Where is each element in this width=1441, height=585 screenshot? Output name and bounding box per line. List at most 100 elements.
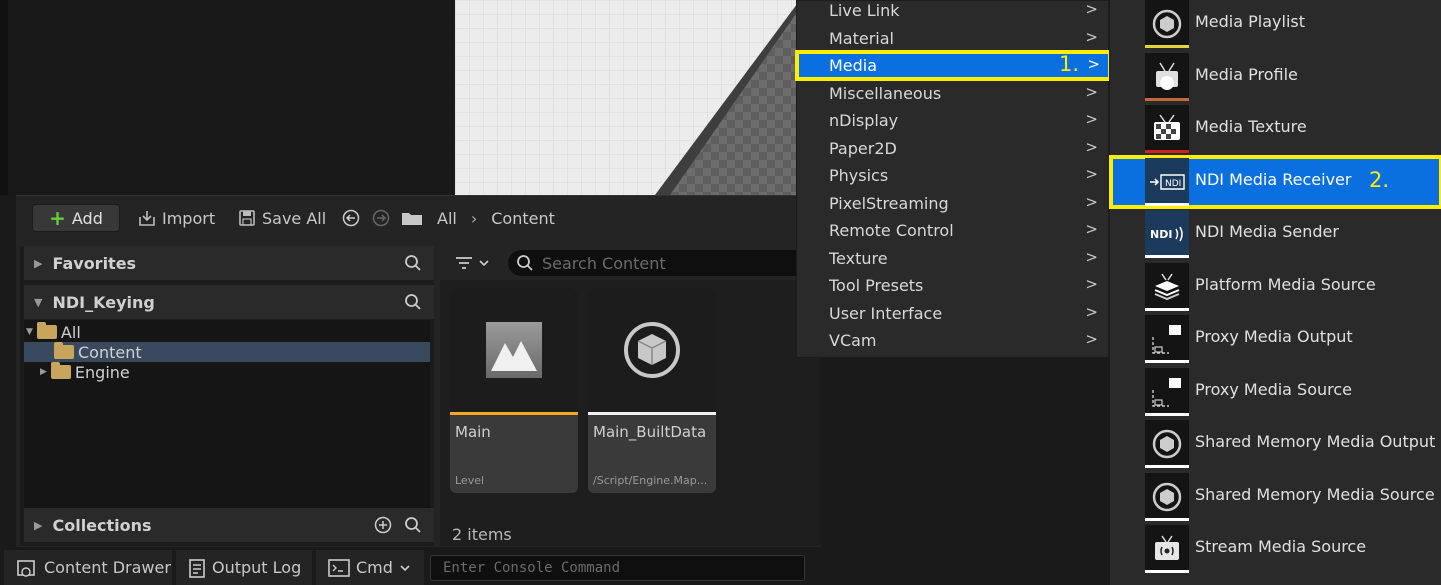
menu-label: Tool Presets [829, 276, 924, 295]
submenu-item-shared-memory-media-source[interactable]: Shared Memory Media Source [1110, 471, 1441, 523]
chevron-right-icon: > [1085, 165, 1098, 183]
menu-label: VCam [829, 331, 877, 350]
tree-item-content[interactable]: Content [24, 342, 430, 362]
menu-item-material[interactable]: Material > [797, 25, 1108, 52]
breadcrumb-all[interactable]: All [437, 209, 457, 228]
submenu-item-ndi-media-sender[interactable]: NDI NDI Media Sender [1110, 208, 1441, 260]
annotation-marker: 2. [1369, 168, 1390, 192]
tree-item-all[interactable]: ▼ All [26, 322, 432, 342]
tree-label: Engine [74, 362, 130, 382]
menu-item-ndisplay[interactable]: nDisplay > [797, 107, 1108, 134]
svg-text:NDI: NDI [1150, 228, 1172, 241]
svg-text:NDI: NDI [1165, 179, 1181, 189]
chevron-down-icon [400, 564, 410, 571]
menu-label: User Interface [829, 304, 943, 323]
shared-memory-source-icon [1145, 473, 1189, 521]
project-label: NDI_Keying [52, 292, 155, 312]
menu-item-user-interface[interactable]: User Interface > [797, 300, 1108, 327]
submenu-label: Stream Media Source [1195, 537, 1367, 556]
favorites-label: Favorites [52, 253, 137, 273]
menu-label: Texture [829, 249, 888, 268]
menu-label: Physics [829, 166, 889, 185]
add-collection-icon[interactable] [374, 516, 392, 534]
filter-button[interactable] [454, 254, 490, 272]
import-icon [139, 211, 155, 226]
back-arrow-icon [342, 209, 360, 227]
submenu-label: NDI Media Sender [1195, 222, 1339, 241]
back-button[interactable] [342, 206, 360, 230]
submenu-label: NDI Media Receiver [1195, 170, 1352, 189]
menu-item-paper2d[interactable]: Paper2D > [797, 135, 1108, 162]
breadcrumb-separator-icon: › [470, 208, 478, 228]
folder-tree: ▼ All Content ▶ Engine [24, 320, 430, 510]
content-browser: + Add Import Save All All › Content ▶ Fa… [16, 195, 828, 547]
submenu-label: Platform Media Source [1195, 275, 1376, 294]
submenu-item-platform-media-source[interactable]: Platform Media Source [1110, 261, 1441, 313]
menu-item-media[interactable]: Media 1. > [795, 50, 1112, 81]
breadcrumb: All › Content [401, 206, 555, 230]
favorites-header[interactable]: ▶ Favorites [24, 246, 434, 280]
filter-bar: Search Content [440, 246, 828, 280]
project-header[interactable]: ▼ NDI_Keying [24, 285, 434, 319]
import-button[interactable]: Import [138, 206, 215, 230]
chevron-right-icon: > [1085, 248, 1098, 266]
level-thumbnail [450, 288, 578, 412]
submenu-item-shared-memory-media-output[interactable]: Shared Memory Media Output [1110, 418, 1441, 470]
content-drawer-button[interactable]: Content Drawer [4, 550, 172, 585]
output-log-icon [189, 558, 205, 578]
menu-item-tool-presets[interactable]: Tool Presets > [797, 272, 1108, 299]
asset-tile-main-builtdata[interactable]: Main_BuiltData /Script/Engine.Map... [588, 288, 716, 493]
folder-icon [50, 362, 71, 379]
forward-button[interactable] [372, 206, 390, 230]
menu-label: nDisplay [829, 111, 899, 130]
submenu-item-proxy-media-source[interactable]: Proxy Media Source [1110, 366, 1441, 418]
level-viewport[interactable] [455, 0, 800, 195]
collapse-arrow-icon: ▼ [34, 295, 43, 309]
sources-panel: ▶ Favorites ▼ NDI_Keying ▼ All Content ▶… [20, 246, 434, 546]
chevron-right-icon: > [1085, 138, 1098, 156]
viewport-dark-area [0, 0, 455, 195]
submenu-item-stream-media-source[interactable]: Stream Media Source [1110, 523, 1441, 575]
viewport-floor-graphic [455, 0, 800, 195]
expand-arrow-icon: ▶ [34, 518, 43, 532]
search-icon[interactable] [404, 254, 422, 272]
submenu-label: Proxy Media Output [1195, 327, 1353, 346]
search-icon[interactable] [404, 293, 422, 311]
tree-item-engine[interactable]: ▶ Engine [24, 362, 430, 382]
folder-open-icon [54, 342, 74, 359]
shared-memory-output-icon [1145, 420, 1189, 468]
cmd-label: Cmd [356, 558, 393, 577]
submenu-item-proxy-media-output[interactable]: Proxy Media Output [1110, 313, 1441, 365]
media-profile-icon [1145, 53, 1189, 101]
submenu-item-media-playlist[interactable]: Media Playlist [1110, 0, 1441, 50]
menu-item-miscellaneous[interactable]: Miscellaneous > [797, 80, 1108, 107]
proxy-media-source-icon [1145, 368, 1189, 416]
menu-item-texture[interactable]: Texture > [797, 245, 1108, 272]
menu-item-live-link[interactable]: Live Link > [797, 0, 1108, 24]
menu-item-pixelstreaming[interactable]: PixelStreaming > [797, 190, 1108, 217]
menu-item-physics[interactable]: Physics > [797, 162, 1108, 189]
breadcrumb-content[interactable]: Content [491, 209, 555, 228]
menu-item-remote-control[interactable]: Remote Control > [797, 217, 1108, 244]
submenu-item-ndi-media-receiver[interactable]: NDI NDI Media Receiver 2. [1109, 155, 1441, 209]
folder-icon [402, 213, 422, 225]
asset-tile-main[interactable]: Main Level [450, 288, 578, 493]
search-input[interactable]: Search Content [508, 250, 828, 276]
output-log-button[interactable]: Output Log [176, 550, 312, 585]
add-button[interactable]: + Add [32, 204, 120, 232]
console-input[interactable]: Enter Console Command [430, 555, 805, 581]
submenu-label: Media Profile [1195, 65, 1298, 84]
collections-header[interactable]: ▶ Collections [24, 508, 434, 542]
menu-item-vcam[interactable]: VCam > [797, 327, 1108, 354]
tree-label: All [60, 322, 81, 342]
chevron-right-icon: > [1085, 330, 1098, 348]
chevron-right-icon: > [1085, 28, 1098, 46]
submenu-item-media-texture[interactable]: Media Texture [1110, 103, 1441, 155]
console-placeholder: Enter Console Command [443, 560, 621, 576]
save-all-button[interactable]: Save All [238, 206, 326, 230]
menu-label: Material [829, 29, 894, 48]
cmd-dropdown[interactable]: Cmd [316, 550, 424, 585]
submenu-item-media-profile[interactable]: Media Profile [1110, 51, 1441, 103]
terminal-icon [328, 558, 350, 577]
search-icon[interactable] [404, 516, 422, 534]
